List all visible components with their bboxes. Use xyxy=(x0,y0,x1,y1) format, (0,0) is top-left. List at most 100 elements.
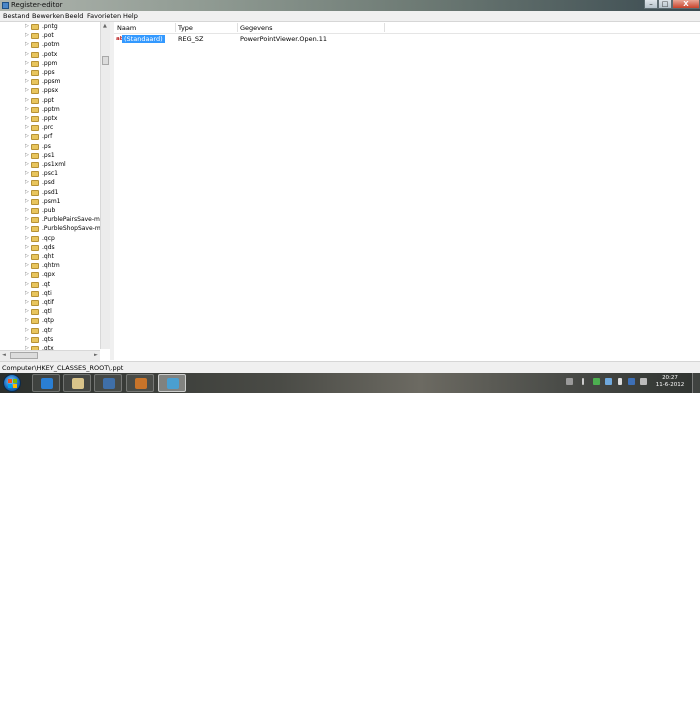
taskbar-button-explorer[interactable] xyxy=(63,374,91,392)
tree-item[interactable]: ▷ .ppsm xyxy=(0,78,100,87)
tree-item[interactable]: ▷ .qti xyxy=(0,290,100,299)
menu-beeld[interactable]: Beeld xyxy=(65,12,83,20)
taskbar-button-internet-explorer[interactable] xyxy=(32,374,60,392)
tree-item[interactable]: ▷ .qds xyxy=(0,244,100,253)
tree-item[interactable]: ▷ .psd1 xyxy=(0,189,100,198)
expand-arrow-icon[interactable]: ▷ xyxy=(25,244,29,250)
tree-item[interactable]: ▷ .ppm xyxy=(0,60,100,69)
tree-item[interactable]: ▷ .prf xyxy=(0,133,100,142)
expand-arrow-icon[interactable]: ▷ xyxy=(25,262,29,268)
action-center-icon[interactable] xyxy=(628,378,635,385)
tree-item[interactable]: ▷ .PurbleShopSave-ms xyxy=(0,225,104,234)
maximize-button[interactable]: □ xyxy=(658,0,672,9)
tree-item[interactable]: ▷ .ppsx xyxy=(0,87,100,96)
expand-arrow-icon[interactable]: ▷ xyxy=(25,133,29,139)
expand-arrow-icon[interactable]: ▷ xyxy=(25,336,29,342)
tree-item[interactable]: ▷ .psm1 xyxy=(0,198,100,207)
display-icon[interactable] xyxy=(605,378,612,385)
tree-item[interactable]: ▷ .potm xyxy=(0,41,100,50)
expand-arrow-icon[interactable]: ▷ xyxy=(25,78,29,84)
expand-arrow-icon[interactable]: ▷ xyxy=(25,170,29,176)
expand-arrow-icon[interactable]: ▷ xyxy=(25,32,29,38)
expand-arrow-icon[interactable]: ▷ xyxy=(25,253,29,259)
tree-item[interactable]: ▷ .PurblePairsSave-ms xyxy=(0,216,103,225)
tree-item[interactable]: ▷ .qcp xyxy=(0,235,100,244)
expand-arrow-icon[interactable]: ▷ xyxy=(25,51,29,57)
tree-item[interactable]: ▷ .qpx xyxy=(0,271,100,280)
expand-arrow-icon[interactable]: ▷ xyxy=(25,23,29,29)
key-tree-pane[interactable]: ▷ .pntg ▷ .pot ▷ .potm ▷ .potx ▷ .ppm ▷ .pps ▷ .ppsm ▷… xyxy=(0,22,111,360)
expand-arrow-icon[interactable]: ▷ xyxy=(25,207,29,213)
menu-bestand[interactable]: Bestand xyxy=(3,12,30,20)
expand-arrow-icon[interactable]: ▷ xyxy=(25,317,29,323)
expand-arrow-icon[interactable]: ▷ xyxy=(25,327,29,333)
tree-item[interactable]: ▷ .psd xyxy=(0,179,100,188)
expand-arrow-icon[interactable]: ▷ xyxy=(25,97,29,103)
tree-item[interactable]: ▷ .pntg xyxy=(0,23,100,32)
scroll-left-icon[interactable]: ◄ xyxy=(2,352,6,358)
keyboard-icon[interactable] xyxy=(566,378,573,385)
tree-item[interactable]: ▷ .qhtm xyxy=(0,262,100,271)
tree-item[interactable]: ▷ .potx xyxy=(0,51,100,60)
column-header-gegevens[interactable]: Gegevens xyxy=(240,24,273,32)
scroll-thumb[interactable] xyxy=(102,56,109,65)
expand-arrow-icon[interactable]: ▷ xyxy=(25,161,29,167)
tree-item[interactable]: ▷ .ps xyxy=(0,143,100,152)
expand-arrow-icon[interactable]: ▷ xyxy=(25,115,29,121)
tree-item[interactable]: ▷ .ps1xml xyxy=(0,161,100,170)
taskbar-button-thunderbird[interactable] xyxy=(94,374,122,392)
tree-item[interactable]: ▷ .prc xyxy=(0,124,100,133)
expand-arrow-icon[interactable]: ▷ xyxy=(25,69,29,75)
expand-arrow-icon[interactable]: ▷ xyxy=(25,235,29,241)
clock[interactable]: 20:27 11-6-2012 xyxy=(650,375,690,389)
expand-arrow-icon[interactable]: ▷ xyxy=(25,179,29,185)
tree-item[interactable]: ▷ .pub xyxy=(0,207,100,216)
value-name[interactable]: (Standaard) xyxy=(122,35,165,43)
column-header-naam[interactable]: Naam xyxy=(117,24,136,32)
close-button[interactable]: X xyxy=(672,0,700,9)
tree-item[interactable]: ▷ .qts xyxy=(0,336,100,345)
tree-item[interactable]: ▷ .psc1 xyxy=(0,170,100,179)
battery-icon[interactable] xyxy=(618,378,622,385)
expand-arrow-icon[interactable]: ▷ xyxy=(25,87,29,93)
tree-item[interactable]: ▷ .qtif xyxy=(0,299,100,308)
expand-arrow-icon[interactable]: ▷ xyxy=(25,216,29,222)
tree-item[interactable]: ▷ .qht xyxy=(0,253,100,262)
tree-item[interactable]: ▷ .pptx xyxy=(0,115,100,124)
expand-arrow-icon[interactable]: ▷ xyxy=(25,271,29,277)
hscroll-thumb[interactable] xyxy=(10,352,38,359)
expand-arrow-icon[interactable]: ▷ xyxy=(25,152,29,158)
scroll-right-icon[interactable]: ► xyxy=(94,352,98,358)
show-hidden-icons-icon[interactable] xyxy=(582,378,584,385)
scroll-up-icon[interactable]: ▲ xyxy=(103,23,107,29)
taskbar-button-app[interactable] xyxy=(126,374,154,392)
list-item[interactable]: ab (Standaard) REG_SZ PowerPointViewer.O… xyxy=(114,35,700,44)
tree-item[interactable]: ▷ .ps1 xyxy=(0,152,100,161)
expand-arrow-icon[interactable]: ▷ xyxy=(25,290,29,296)
expand-arrow-icon[interactable]: ▷ xyxy=(25,189,29,195)
expand-arrow-icon[interactable]: ▷ xyxy=(25,198,29,204)
expand-arrow-icon[interactable]: ▷ xyxy=(25,106,29,112)
expand-arrow-icon[interactable]: ▷ xyxy=(25,60,29,66)
expand-arrow-icon[interactable]: ▷ xyxy=(25,225,29,231)
column-header-type[interactable]: Type xyxy=(178,24,193,32)
volume-icon[interactable] xyxy=(640,378,647,385)
menu-bewerken[interactable]: Bewerken xyxy=(32,12,64,20)
tree-item[interactable]: ▷ .qtp xyxy=(0,317,100,326)
show-desktop-button[interactable] xyxy=(692,373,700,393)
tree-item[interactable]: ▷ .pot xyxy=(0,32,100,41)
tree-item[interactable]: ▷ .pptm xyxy=(0,106,100,115)
expand-arrow-icon[interactable]: ▷ xyxy=(25,124,29,130)
menu-favorieten[interactable]: Favorieten xyxy=(87,12,121,20)
minimize-button[interactable]: – xyxy=(644,0,658,9)
start-button[interactable] xyxy=(3,374,21,392)
taskbar-button-regedit[interactable] xyxy=(158,374,186,392)
expand-arrow-icon[interactable]: ▷ xyxy=(25,299,29,305)
tree-item[interactable]: ▷ .qt xyxy=(0,281,100,290)
tree-horizontal-scrollbar[interactable]: ◄ ► xyxy=(0,350,100,361)
tree-item[interactable]: ▷ .ppt xyxy=(0,97,100,106)
expand-arrow-icon[interactable]: ▷ xyxy=(25,143,29,149)
tree-item[interactable]: ▷ .qtr xyxy=(0,327,100,336)
expand-arrow-icon[interactable]: ▷ xyxy=(25,281,29,287)
tree-item[interactable]: ▷ .pps xyxy=(0,69,100,78)
